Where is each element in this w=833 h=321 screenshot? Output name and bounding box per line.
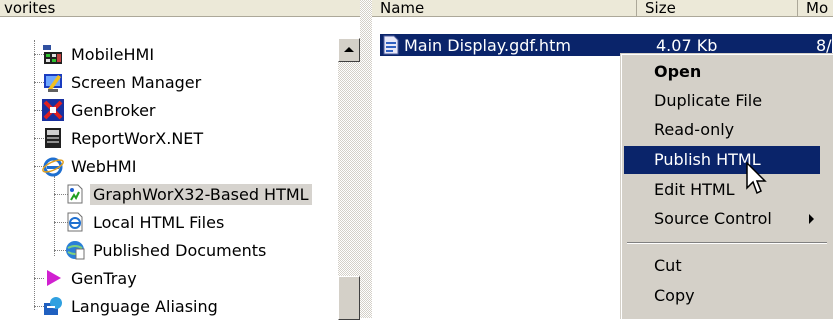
menu-item-label: Open xyxy=(654,62,702,81)
favorites-header[interactable]: vorites xyxy=(0,0,361,17)
column-header-label: Name xyxy=(380,0,425,17)
menu-separator xyxy=(627,242,827,244)
tree-item-label: ReportWorX.NET xyxy=(71,128,204,148)
published-documents-icon xyxy=(64,239,86,261)
tree-item-label: Local HTML Files xyxy=(93,212,225,232)
tree-item-gentray[interactable]: GenTray xyxy=(42,265,140,291)
tree-item-label: GenTray xyxy=(71,268,137,288)
context-menu: Open Duplicate File Read-only Publish HT… xyxy=(620,53,833,319)
menu-item-label: Read-only xyxy=(654,120,735,139)
tree-item-label: Screen Manager xyxy=(71,72,202,92)
tree-item-label: GenBroker xyxy=(71,100,156,120)
mouse-pointer-icon xyxy=(746,162,767,195)
gentray-icon xyxy=(42,267,64,289)
menu-item-source-control[interactable]: Source Control xyxy=(624,205,820,233)
menu-item-label: Publish HTML xyxy=(654,150,761,169)
menu-item-label: Cut xyxy=(654,256,682,275)
favorites-scrollbar[interactable] xyxy=(338,38,360,320)
menu-item-label: Edit HTML xyxy=(654,180,735,199)
tree-connector-line xyxy=(34,40,35,310)
pane-splitter[interactable] xyxy=(360,0,372,318)
tree-item-reportworx[interactable]: ReportWorX.NET xyxy=(42,125,206,151)
screen-manager-icon xyxy=(42,71,64,93)
reportworx-icon xyxy=(42,127,64,149)
webhmi-icon xyxy=(42,155,64,177)
column-header-modified[interactable]: Mo xyxy=(798,0,833,17)
menu-item-duplicate-file[interactable]: Duplicate File xyxy=(624,87,820,115)
tree-item-webhmi[interactable]: WebHMI xyxy=(42,153,139,179)
tree-item-mobilehmi[interactable]: MobileHMI xyxy=(42,41,157,67)
column-header-label: Size xyxy=(645,0,676,17)
menu-item-open[interactable]: Open xyxy=(624,58,820,86)
tree-item-language-aliasing[interactable]: Language Aliasing xyxy=(42,293,221,319)
htm-file-icon xyxy=(382,35,400,55)
local-html-icon xyxy=(64,211,86,233)
tree-item-graphworx32-html[interactable]: GraphWorX32-Based HTML xyxy=(64,181,312,207)
file-name: Main Display.gdf.htm xyxy=(404,35,571,55)
menu-item-edit-html[interactable]: Edit HTML xyxy=(624,176,820,204)
menu-item-cut[interactable]: Cut xyxy=(624,252,820,280)
menu-item-publish-html[interactable]: Publish HTML xyxy=(624,146,820,174)
favorites-header-label: vorites xyxy=(4,0,56,17)
file-size: 4.07 Kb xyxy=(656,35,718,55)
column-headers: Name Size Mo xyxy=(372,0,833,17)
column-header-size[interactable]: Size xyxy=(637,0,798,17)
html-document-icon xyxy=(64,183,86,205)
submenu-arrow-icon xyxy=(809,214,814,224)
menu-item-read-only[interactable]: Read-only xyxy=(624,116,820,144)
file-modified: 8/ xyxy=(816,35,832,55)
tree-item-label: MobileHMI xyxy=(71,44,155,64)
tree-item-local-html-files[interactable]: Local HTML Files xyxy=(64,209,227,235)
genbroker-icon xyxy=(42,99,64,121)
favorites-pane: vorites MobileHMI Screen Manager GenBrok… xyxy=(0,0,367,320)
menu-item-label: Duplicate File xyxy=(654,91,763,110)
menu-item-copy[interactable]: Copy xyxy=(624,282,820,310)
tree-connector-line xyxy=(54,176,55,256)
column-header-label: Mo xyxy=(806,0,829,17)
scroll-up-button[interactable] xyxy=(338,38,360,62)
tree-item-label: Published Documents xyxy=(93,240,267,260)
language-aliasing-icon xyxy=(42,295,64,317)
tree-item-genbroker[interactable]: GenBroker xyxy=(42,97,159,123)
tree-item-screen-manager[interactable]: Screen Manager xyxy=(42,69,204,95)
tree-item-label: Language Aliasing xyxy=(71,296,218,316)
scroll-thumb[interactable] xyxy=(338,276,360,320)
tree-item-label: WebHMI xyxy=(71,156,137,176)
mobilehmi-icon xyxy=(42,43,64,65)
tree-item-published-documents[interactable]: Published Documents xyxy=(64,237,269,263)
menu-item-label: Source Control xyxy=(654,209,772,228)
tree-item-label: GraphWorX32-Based HTML xyxy=(90,183,312,205)
column-header-name[interactable]: Name xyxy=(372,0,637,17)
menu-item-label: Copy xyxy=(654,286,695,305)
